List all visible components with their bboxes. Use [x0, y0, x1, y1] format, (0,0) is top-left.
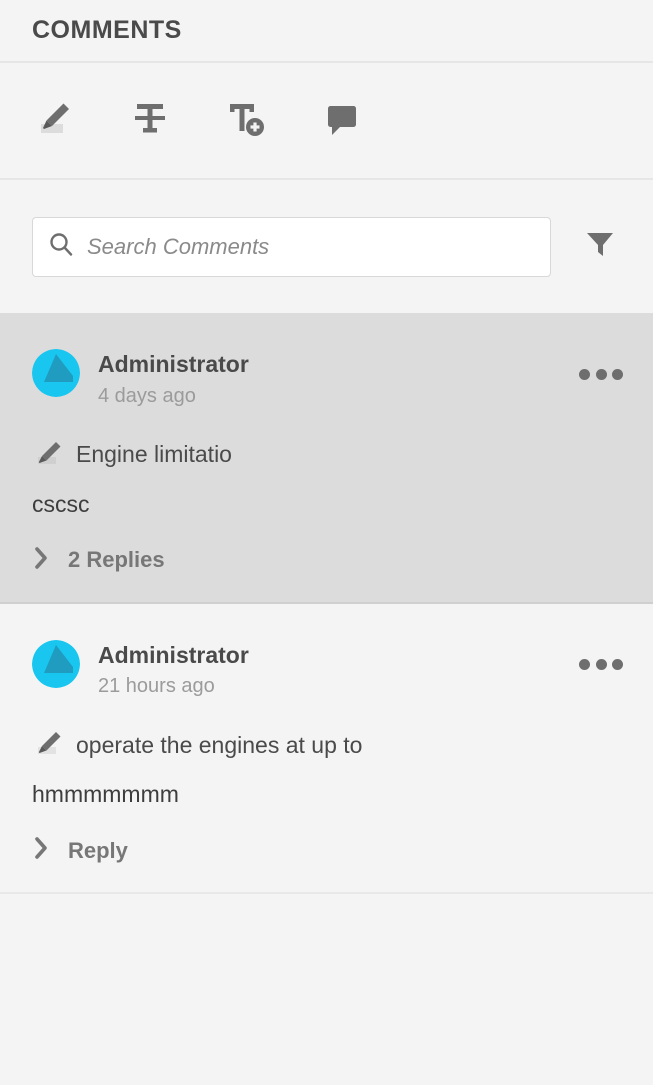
comment-options-button[interactable] — [579, 359, 623, 389]
search-input[interactable] — [87, 217, 536, 276]
comment-replies-toggle[interactable]: 2 Replies — [32, 545, 623, 576]
comment-body: hmmmmmmm — [32, 781, 179, 808]
filter-button[interactable] — [577, 224, 623, 270]
speech-bubble-icon — [321, 97, 363, 144]
comments-panel: COMMENTS Search Comments Administrator 4… — [0, 0, 653, 1085]
comment-list-empty-space — [0, 894, 653, 1085]
highlighter-icon — [33, 97, 75, 144]
ellipsis-icon — [612, 368, 623, 380]
search-row — [0, 180, 653, 313]
comment-header: Administrator 21 hours ago — [32, 639, 623, 700]
comment-card[interactable]: Administrator 21 hours ago operate the e… — [0, 603, 653, 894]
highlight-text-tool[interactable] — [30, 97, 78, 145]
comment-quote-line: operate the engines at up to — [32, 729, 623, 762]
chevron-right-icon — [32, 545, 52, 576]
highlighter-icon — [32, 729, 64, 762]
comment-quote-text: Engine limitatio — [76, 441, 232, 468]
comment-timestamp: 4 days ago — [98, 384, 196, 407]
comment-replies-label: 2 Replies — [68, 547, 165, 572]
avatar — [32, 639, 80, 688]
author-block: Administrator 4 days ago — [98, 349, 579, 409]
filter-funnel-icon — [583, 227, 617, 266]
comment-card-selected[interactable]: Administrator 4 days ago Engine limitati… — [0, 313, 653, 604]
comment-list: Administrator 4 days ago Engine limitati… — [0, 313, 653, 1085]
ellipsis-icon — [579, 368, 590, 380]
add-text-tool[interactable] — [222, 97, 270, 145]
comment-quote-text: operate the engines at up to — [76, 731, 363, 758]
strikethrough-text-icon — [129, 97, 171, 144]
strikethrough-text-tool[interactable] — [126, 97, 174, 145]
panel-header: COMMENTS — [0, 0, 653, 63]
comment-timestamp: 21 hours ago — [98, 675, 215, 698]
comment-reply-label: Reply — [68, 837, 128, 863]
comment-options-button[interactable] — [579, 650, 623, 680]
comment-author: Administrator — [98, 351, 249, 377]
author-block: Administrator 21 hours ago — [98, 640, 579, 700]
search-box[interactable] — [32, 216, 551, 277]
sticky-note-tool[interactable] — [318, 97, 366, 145]
comment-reply-button[interactable]: Reply — [32, 835, 623, 866]
page-title: COMMENTS — [32, 16, 182, 44]
comment-header: Administrator 4 days ago — [32, 349, 623, 409]
chevron-right-icon — [32, 835, 52, 866]
comment-quote-line: Engine limitatio — [32, 439, 623, 472]
ellipsis-icon — [595, 368, 607, 380]
comment-body: cscsc — [32, 490, 90, 517]
search-icon — [47, 230, 75, 263]
add-text-icon — [225, 97, 267, 144]
ellipsis-icon — [595, 659, 607, 670]
avatar — [32, 349, 80, 397]
ellipsis-icon — [612, 659, 623, 670]
annotation-toolbar — [0, 63, 653, 180]
highlighter-icon — [32, 439, 64, 472]
comment-author: Administrator — [98, 641, 249, 668]
ellipsis-icon — [579, 659, 590, 670]
